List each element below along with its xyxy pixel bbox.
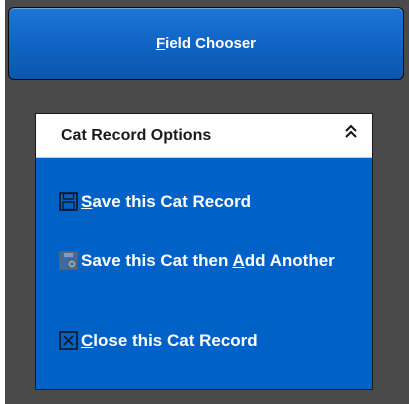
- field-chooser-button[interactable]: Field Chooser: [8, 7, 404, 80]
- save-and-add-another-label: Save this Cat then Add Another: [81, 250, 335, 271]
- close-cat-record-label: Close this Cat Record: [81, 330, 258, 351]
- close-mnemonic: C: [81, 331, 94, 350]
- options-header: Cat Record Options: [36, 114, 372, 158]
- floppy-disk-gear-icon: [59, 251, 78, 270]
- field-chooser-label: Field Chooser: [156, 35, 256, 52]
- options-title: Cat Record Options: [61, 127, 212, 144]
- save-label-rest: ave this Cat Record: [92, 192, 252, 211]
- double-chevron-up-icon[interactable]: [343, 123, 359, 141]
- field-chooser-mnemonic: F: [155, 35, 166, 52]
- save-add-label-before: Save this Cat then: [81, 251, 233, 270]
- close-box-icon: [59, 331, 78, 350]
- save-add-label-after: dd Another: [244, 251, 335, 270]
- save-add-mnemonic: A: [232, 251, 245, 270]
- save-cat-record-label: Save this Cat Record: [81, 191, 251, 212]
- close-label-rest: lose this Cat Record: [93, 331, 258, 350]
- save-and-add-another-link[interactable]: Save this Cat then Add Another: [59, 250, 359, 271]
- field-chooser-label-rest: ield Chooser: [165, 35, 257, 52]
- cat-record-options-panel: Cat Record Options Save this Cat Record: [35, 113, 373, 390]
- save-cat-record-link[interactable]: Save this Cat Record: [59, 191, 251, 212]
- save-mnemonic: S: [81, 192, 93, 211]
- floppy-disk-icon: [59, 192, 78, 211]
- close-cat-record-link[interactable]: Close this Cat Record: [59, 330, 258, 351]
